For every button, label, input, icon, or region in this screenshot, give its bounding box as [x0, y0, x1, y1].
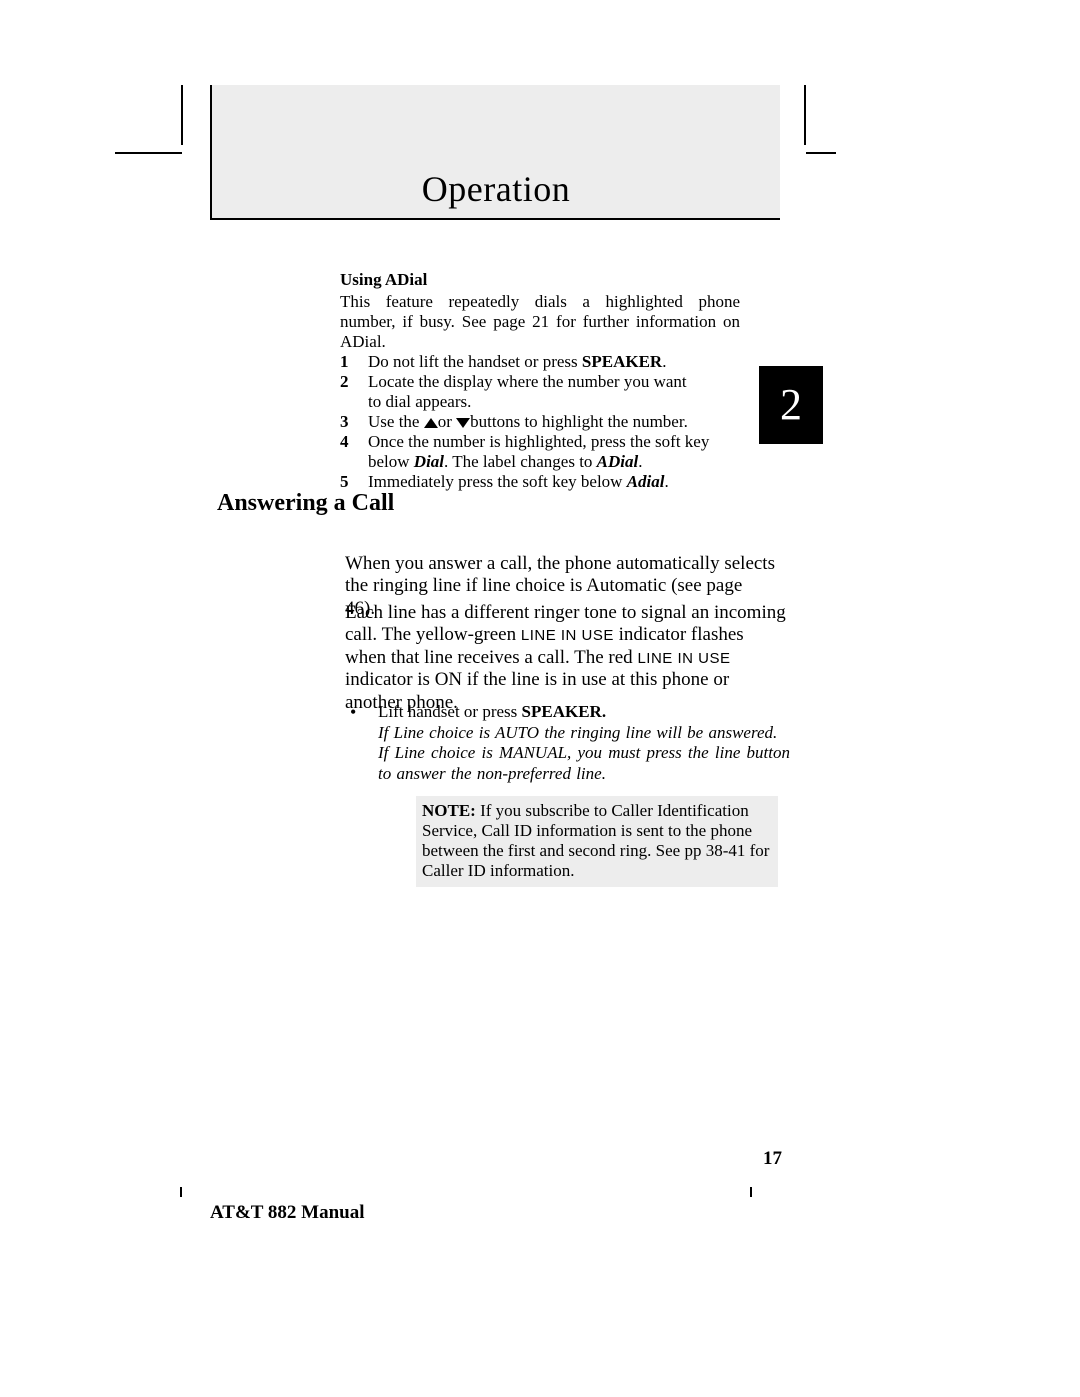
speaker-label: SPEAKER [582, 352, 662, 371]
step-1: 1 Do not lift the handset or press SPEAK… [340, 352, 740, 372]
line-in-use-label: LINE IN USE [637, 650, 730, 667]
text: Locate the display where the number you … [368, 372, 740, 392]
triangle-down-icon [456, 418, 470, 428]
answering-heading: Answering a Call [217, 490, 394, 517]
step-text: Use the or buttons to highlight the numb… [368, 412, 740, 432]
step-3: 3 Use the or buttons to highlight the nu… [340, 412, 740, 432]
footer-title: AT&T 882 Manual [210, 1202, 365, 1224]
step-number: 1 [340, 352, 368, 372]
note-label: NOTE: [422, 801, 476, 820]
text: . [662, 352, 666, 371]
text: Use the [368, 412, 424, 431]
adial-steps: 1 Do not lift the handset or press SPEAK… [340, 352, 740, 492]
speaker-label: SPEAKER. [522, 702, 607, 721]
crop-mark [804, 85, 806, 145]
text: Lift handset or press [378, 702, 522, 721]
adial-intro: This feature repeatedly dials a highligh… [340, 292, 740, 352]
crop-mark [806, 152, 836, 154]
bullet-text: Lift handset or press SPEAKER. If Line c… [378, 702, 790, 785]
adial-section: Using ADial This feature repeatedly dial… [340, 270, 740, 493]
adial-heading: Using ADial [340, 270, 740, 290]
adial-label: ADial [597, 452, 639, 471]
crop-mark [750, 1187, 752, 1197]
adial-label: Adial [627, 472, 665, 491]
crop-mark [181, 85, 183, 145]
step-number: 3 [340, 412, 368, 432]
step-text: Immediately press the soft key below Adi… [368, 472, 740, 492]
text: . The label changes to [444, 452, 597, 471]
answering-bullet: • Lift handset or press SPEAKER. If Line… [350, 702, 790, 785]
triangle-up-icon [424, 418, 438, 428]
step-4: 4 Once the number is highlighted, press … [340, 432, 740, 472]
text: . [638, 452, 642, 471]
italic-line-1: If Line choice is AUTO the ringing line … [378, 723, 790, 744]
crop-mark [180, 1187, 182, 1197]
note-box: NOTE: If you subscribe to Caller Identif… [416, 796, 778, 887]
step-text: Do not lift the handset or press SPEAKER… [368, 352, 740, 372]
chapter-header-box: Operation [210, 85, 780, 220]
chapter-number-tab: 2 [759, 366, 823, 444]
step-number: 4 [340, 432, 368, 472]
dial-label: Dial [414, 452, 444, 471]
italic-line-2: If Line choice is MANUAL, you must press… [378, 743, 790, 784]
step-5: 5 Immediately press the soft key below A… [340, 472, 740, 492]
step-text: Once the number is highlighted, press th… [368, 432, 740, 472]
text: . [665, 472, 669, 491]
page-number: 17 [763, 1148, 782, 1170]
text: or [438, 412, 456, 431]
bullet-icon: • [350, 702, 378, 785]
text: buttons to highlight the number. [470, 412, 688, 431]
step-text: Locate the display where the number you … [368, 372, 740, 412]
step-2: 2 Locate the display where the number yo… [340, 372, 740, 412]
text: Do not lift the handset or press [368, 352, 582, 371]
text: to dial appears. [368, 392, 740, 412]
line-in-use-label: LINE IN USE [521, 627, 614, 644]
answering-paragraph-2: Each line has a different ringer tone to… [345, 602, 788, 714]
chapter-title: Operation [422, 168, 570, 210]
crop-mark [115, 152, 182, 154]
text: Immediately press the soft key below [368, 472, 627, 491]
step-number: 2 [340, 372, 368, 412]
